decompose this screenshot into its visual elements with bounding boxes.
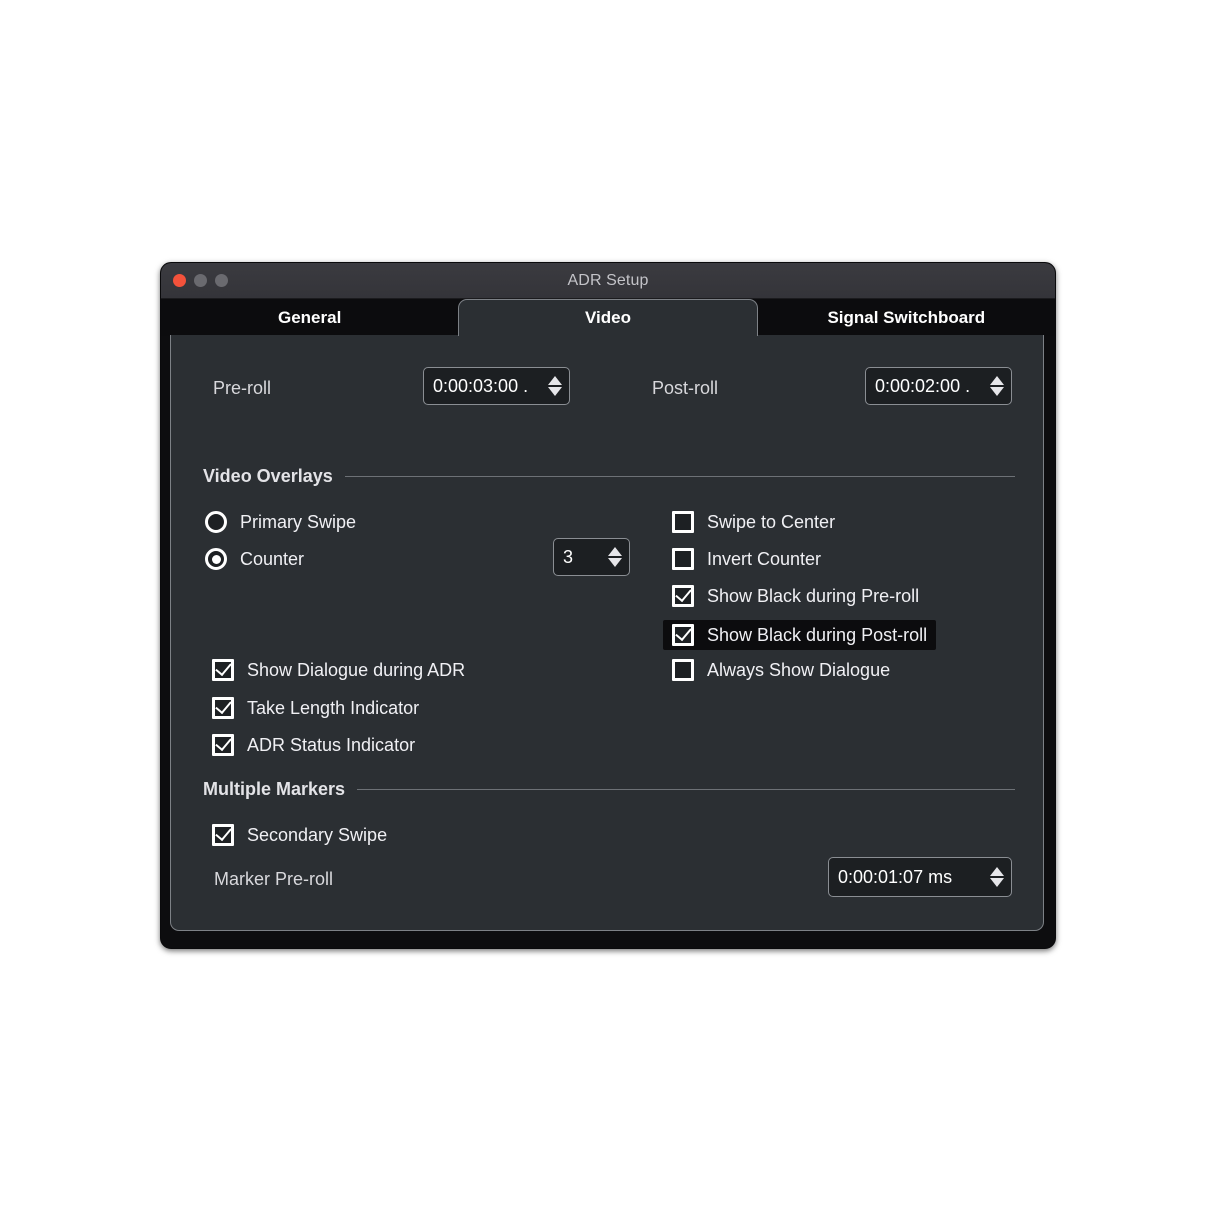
checkbox-label: Take Length Indicator bbox=[247, 697, 420, 718]
radio-label: Counter bbox=[240, 548, 305, 569]
radio-icon-selected[interactable] bbox=[205, 548, 227, 570]
checkbox-label: Always Show Dialogue bbox=[707, 659, 891, 680]
window-titlebar: ADR Setup bbox=[161, 263, 1055, 299]
marker-preroll-label: Marker Pre-roll bbox=[214, 869, 334, 889]
chevron-up-icon[interactable] bbox=[990, 867, 1004, 876]
postroll-stepper[interactable] bbox=[989, 373, 1005, 399]
checkbox-icon-checked[interactable] bbox=[672, 623, 694, 646]
adr-setup-window: ADR Setup General Video Signal Switchboa… bbox=[160, 262, 1056, 949]
section-title: Video Overlays bbox=[203, 466, 333, 486]
chevron-down-icon[interactable] bbox=[990, 878, 1004, 887]
checkbox-icon-checked[interactable] bbox=[212, 696, 234, 719]
marker-preroll-stepper[interactable] bbox=[989, 864, 1005, 890]
preroll-label: Pre-roll bbox=[213, 378, 272, 398]
chevron-down-icon[interactable] bbox=[990, 387, 1004, 396]
checkbox-always-show-dialogue[interactable]: Always Show Dialogue bbox=[672, 659, 890, 681]
checkbox-icon[interactable] bbox=[672, 659, 694, 681]
checkbox-label: Swipe to Center bbox=[707, 511, 836, 532]
checkbox-icon-checked[interactable] bbox=[672, 584, 694, 607]
postroll-field[interactable]: 0:00:02:00 . bbox=[865, 367, 1012, 405]
marker-preroll-field[interactable]: 0:00:01:07 ms bbox=[828, 857, 1012, 897]
section-divider bbox=[357, 789, 1015, 790]
chevron-down-icon[interactable] bbox=[548, 387, 562, 396]
checkbox-secondary-swipe[interactable]: Secondary Swipe bbox=[212, 823, 388, 846]
radio-icon[interactable] bbox=[205, 511, 227, 533]
section-video-overlays: Video Overlays bbox=[203, 466, 1015, 487]
radio-label: Primary Swipe bbox=[240, 511, 357, 532]
video-settings-panel: Pre-roll 0:00:03:00 . Post-roll 0:00:02:… bbox=[170, 335, 1044, 931]
preroll-stepper[interactable] bbox=[547, 373, 563, 399]
section-title: Multiple Markers bbox=[203, 779, 346, 799]
preroll-value: 0:00:03:00 . bbox=[433, 375, 529, 396]
tab-general[interactable]: General bbox=[161, 299, 458, 336]
chevron-down-icon[interactable] bbox=[608, 558, 622, 567]
checkbox-label: Show Black during Post-roll bbox=[707, 624, 928, 645]
checkbox-adr-status-indicator[interactable]: ADR Status Indicator bbox=[212, 733, 416, 756]
screen: ADR Setup General Video Signal Switchboa… bbox=[0, 0, 1214, 1214]
checkbox-icon[interactable] bbox=[672, 511, 694, 533]
tab-signal-switchboard[interactable]: Signal Switchboard bbox=[758, 299, 1055, 336]
section-multiple-markers: Multiple Markers bbox=[203, 779, 1015, 800]
preroll-field[interactable]: 0:00:03:00 . bbox=[423, 367, 570, 405]
radio-counter[interactable]: Counter bbox=[205, 548, 304, 570]
chevron-up-icon[interactable] bbox=[608, 547, 622, 556]
checkbox-show-black-postroll[interactable]: Show Black during Post-roll bbox=[663, 620, 937, 650]
counter-value-field[interactable]: 3 bbox=[553, 538, 630, 576]
checkbox-invert-counter[interactable]: Invert Counter bbox=[672, 548, 821, 570]
postroll-label: Post-roll bbox=[652, 378, 719, 398]
counter-stepper[interactable] bbox=[607, 544, 623, 570]
checkbox-icon-checked[interactable] bbox=[212, 733, 234, 756]
tab-video[interactable]: Video bbox=[458, 299, 758, 336]
section-divider bbox=[344, 476, 1015, 477]
chevron-up-icon[interactable] bbox=[990, 376, 1004, 385]
checkbox-label: Invert Counter bbox=[707, 548, 822, 569]
checkbox-swipe-to-center[interactable]: Swipe to Center bbox=[672, 511, 835, 533]
checkbox-icon[interactable] bbox=[672, 548, 694, 570]
checkbox-icon-checked[interactable] bbox=[212, 823, 234, 846]
checkbox-show-black-preroll[interactable]: Show Black during Pre-roll bbox=[672, 584, 920, 607]
checkbox-label: Show Black during Pre-roll bbox=[707, 585, 920, 606]
checkbox-label: Show Dialogue during ADR bbox=[247, 659, 466, 680]
chevron-up-icon[interactable] bbox=[548, 376, 562, 385]
checkbox-take-length-indicator[interactable]: Take Length Indicator bbox=[212, 696, 420, 719]
checkbox-label: ADR Status Indicator bbox=[247, 734, 416, 755]
marker-preroll-value: 0:00:01:07 ms bbox=[838, 866, 953, 887]
checkbox-show-dialogue-during-adr[interactable]: Show Dialogue during ADR bbox=[212, 658, 466, 681]
tab-bar: General Video Signal Switchboard bbox=[161, 299, 1055, 336]
checkbox-label: Secondary Swipe bbox=[247, 824, 388, 845]
postroll-value: 0:00:02:00 . bbox=[875, 375, 971, 396]
counter-value: 3 bbox=[563, 546, 574, 567]
window-title: ADR Setup bbox=[567, 272, 649, 289]
radio-primary-swipe[interactable]: Primary Swipe bbox=[205, 511, 356, 533]
checkbox-icon-checked[interactable] bbox=[212, 658, 234, 681]
